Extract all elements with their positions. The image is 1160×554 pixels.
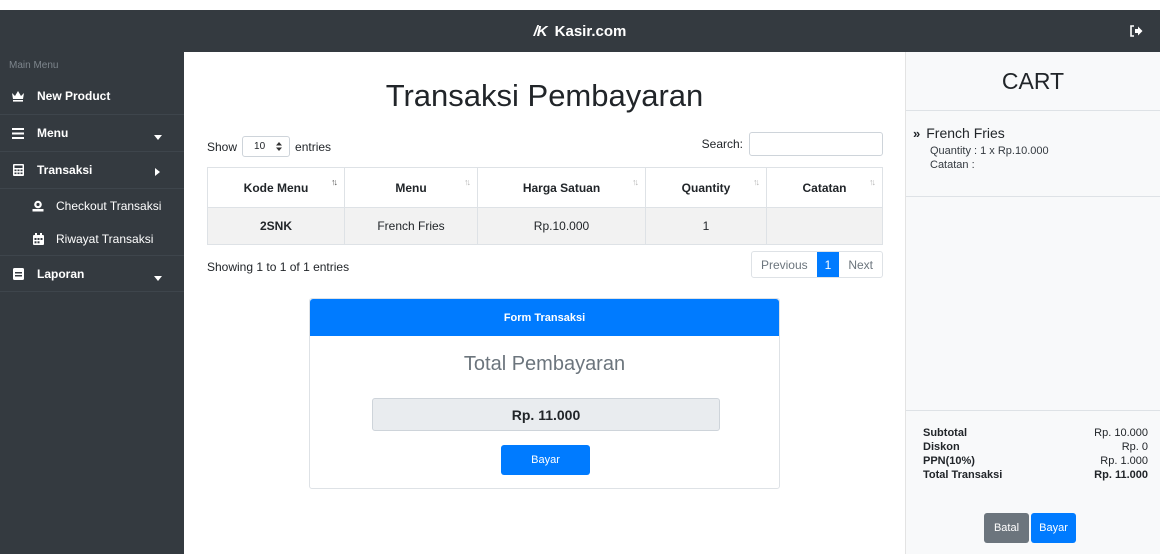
entries-length-control: Show 10 entries: [207, 136, 331, 157]
pagination: Previous 1 Next: [750, 251, 883, 278]
sidebar-subitem-checkout-transaksi[interactable]: Checkout Transaksi: [0, 189, 184, 222]
page-title: Transaksi Pembayaran: [385, 78, 704, 113]
summary-row-total-transaksi: Total Transaksi Rp. 11.000: [923, 468, 1148, 482]
logout-button[interactable]: [1126, 21, 1146, 41]
summary-row-ppn: PPN(10%) Rp. 1.000: [923, 454, 1148, 468]
form-transaksi-header: Form Transaksi: [310, 299, 779, 336]
total-pembayaran-label: Total Pembayaran: [463, 353, 626, 375]
column-header-harga-satuan[interactable]: Harga Satuan ↑↓: [477, 167, 646, 208]
summary-row-diskon: Diskon Rp. 0: [923, 440, 1148, 454]
sidebar-item-new-product[interactable]: New Product: [0, 78, 184, 115]
summary-value: Rp. 10.000: [1094, 427, 1148, 439]
caret-down-icon: [154, 129, 162, 143]
cell-harga-satuan: Rp.10.000: [477, 207, 646, 245]
column-header-kode-menu[interactable]: Kode Menu ↑↓: [207, 167, 345, 208]
brand-name: Kasir.com: [554, 22, 627, 40]
sidebar-subitem-riwayat-transaksi[interactable]: Riwayat Transaksi: [0, 222, 184, 255]
cart-bayar-button[interactable]: Bayar: [1031, 513, 1076, 543]
cart-item-name: French Fries: [926, 125, 1005, 141]
entries-select-value: 10: [254, 141, 266, 152]
brand[interactable]: /K Kasir.com: [0, 10, 1160, 52]
sort-icon: ↑↓: [753, 177, 760, 187]
sidebar-item-label: New Product: [37, 89, 111, 103]
bars-icon: [11, 126, 25, 140]
main-content: Transaksi Pembayaran Show 10 entries Sea…: [184, 52, 905, 554]
sidebar: Main Menu New Product Menu Transaksi Che…: [0, 52, 184, 554]
sort-icon: ↑↓: [869, 177, 876, 187]
order-table: Kode Menu ↑↓ Menu ↑↓ Harga Satuan ↑↓ Quanti…: [207, 167, 883, 245]
sidebar-item-label: Menu: [37, 126, 69, 140]
cart-summary: Subtotal Rp. 10.000 Diskon Rp. 0 PPN(10%…: [906, 410, 1160, 482]
calculator-icon: [11, 163, 25, 177]
search-input[interactable]: [749, 132, 883, 156]
cart-item: » French Fries Quantity : 1 x Rp.10.000 …: [906, 111, 1160, 197]
sidebar-heading: Main Menu: [9, 60, 59, 71]
cart-actions: Batal Bayar: [984, 513, 1076, 543]
search-label: Search:: [701, 137, 743, 151]
sort-icon: ↑↓: [464, 177, 471, 187]
caret-right-icon: [155, 165, 160, 179]
top-navbar: /K Kasir.com: [0, 10, 1160, 52]
cart-panel: CART » French Fries Quantity : 1 x Rp.10…: [905, 52, 1160, 554]
cell-quantity: 1: [645, 207, 767, 245]
summary-value: Rp. 11.000: [1094, 469, 1148, 481]
brand-logo: /K: [533, 22, 548, 40]
summary-label: Total Transaksi: [923, 469, 1003, 481]
column-header-menu[interactable]: Menu ↑↓: [344, 167, 478, 208]
summary-value: Rp. 0: [1121, 441, 1148, 453]
pagination-previous[interactable]: Previous: [752, 252, 817, 277]
cart-item-quantity: Quantity : 1 x Rp.10.000: [930, 145, 1049, 157]
sidebar-item-menu[interactable]: Menu: [0, 115, 184, 152]
cash-register-icon: [32, 200, 44, 212]
table-header-row: Kode Menu ↑↓ Menu ↑↓ Harga Satuan ↑↓ Quanti…: [207, 167, 883, 208]
sidebar-item-laporan[interactable]: Laporan: [0, 255, 184, 292]
sign-out-icon: [1129, 25, 1142, 37]
sort-icon: ↑↓: [331, 177, 338, 187]
column-header-catatan[interactable]: Catatan ↑↓: [766, 167, 883, 208]
cell-kode-menu: 2SNK: [207, 207, 345, 245]
calendar-icon: [32, 232, 44, 245]
cell-catatan: [766, 207, 883, 245]
entries-label: entries: [295, 139, 332, 154]
sidebar-item-label: Transaksi: [37, 163, 93, 177]
summary-label: Subtotal: [923, 427, 967, 439]
sidebar-item-label: Laporan: [37, 266, 85, 281]
bayar-button[interactable]: Bayar: [501, 445, 590, 475]
sort-arrows-icon: [276, 142, 283, 151]
column-header-quantity[interactable]: Quantity ↑↓: [645, 167, 767, 208]
sidebar-item-transaksi[interactable]: Transaksi: [0, 152, 184, 189]
pagination-page-1[interactable]: 1: [816, 252, 840, 277]
summary-label: PPN(10%): [923, 455, 975, 467]
crown-icon: [11, 89, 25, 103]
cart-item-note: Catatan :: [930, 159, 975, 171]
caret-down-icon: [154, 270, 162, 284]
total-pembayaran-value: Rp. 11.000: [372, 398, 720, 431]
cart-title: CART: [906, 52, 1160, 111]
double-chevron-right-icon: »: [913, 125, 921, 141]
sidebar-subitem-label: Riwayat Transaksi: [56, 231, 154, 246]
summary-label: Diskon: [923, 441, 960, 453]
cart-item-name-row: » French Fries: [913, 125, 1160, 141]
summary-value: Rp. 1.000: [1100, 455, 1148, 467]
sort-icon: ↑↓: [632, 177, 639, 187]
cell-menu: French Fries: [344, 207, 478, 245]
entries-select[interactable]: 10: [242, 136, 291, 157]
summary-row-subtotal: Subtotal Rp. 10.000: [923, 426, 1148, 440]
table-search: Search:: [702, 132, 883, 156]
file-icon: [11, 267, 25, 281]
form-transaksi-card: Form Transaksi Total Pembayaran Rp. 11.0…: [309, 298, 780, 489]
show-label: Show: [207, 139, 238, 154]
pagination-next[interactable]: Next: [839, 252, 882, 277]
sidebar-subitem-label: Checkout Transaksi: [56, 198, 162, 213]
table-row: 2SNK French Fries Rp.10.000 1: [207, 207, 883, 245]
table-info: Showing 1 to 1 of 1 entries: [207, 260, 350, 274]
batal-button[interactable]: Batal: [984, 513, 1029, 543]
